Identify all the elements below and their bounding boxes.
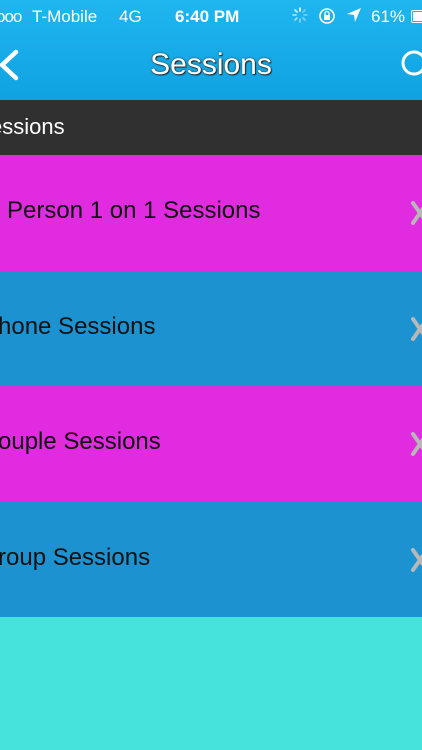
close-icon[interactable] xyxy=(410,200,422,226)
close-icon[interactable] xyxy=(410,431,422,457)
search-icon xyxy=(401,50,422,76)
session-row-couple[interactable]: ouple Sessions xyxy=(0,386,422,502)
session-label: ouple Sessions xyxy=(0,428,161,455)
rotation-lock-icon xyxy=(318,7,336,30)
session-row-phone[interactable]: hone Sessions xyxy=(0,270,422,386)
battery-level xyxy=(413,12,422,21)
navigation-bar: Sessions xyxy=(0,36,422,96)
signal-strength: ooo xyxy=(0,7,22,26)
close-icon[interactable] xyxy=(410,547,422,573)
session-list: Person 1 on 1 Sessions hone Sessions oup… xyxy=(0,155,422,617)
page-title: Sessions xyxy=(150,48,272,81)
activity-spinner-icon xyxy=(292,7,308,28)
battery-icon xyxy=(411,10,422,23)
status-time: 6:40 PM xyxy=(175,7,240,26)
carrier-name: T-Mobile xyxy=(32,7,98,26)
session-label: hone Sessions xyxy=(0,312,156,340)
network-type: 4G xyxy=(119,7,142,26)
session-row-group[interactable]: roup Sessions xyxy=(0,501,422,617)
session-row-1on1[interactable]: Person 1 on 1 Sessions xyxy=(0,155,422,271)
session-label: Person 1 on 1 Sessions xyxy=(7,197,261,224)
close-icon[interactable] xyxy=(410,316,422,342)
search-button[interactable] xyxy=(398,48,422,82)
status-bar: ooo T-Mobile 4G 6:40 PM xyxy=(0,0,422,34)
location-arrow-icon xyxy=(346,7,362,28)
header: ooo T-Mobile 4G 6:40 PM xyxy=(0,0,422,100)
section-header-label: essions xyxy=(0,114,65,139)
battery-percentage: 61% xyxy=(371,7,406,26)
session-label: roup Sessions xyxy=(0,543,151,571)
section-header: essions xyxy=(0,100,422,155)
